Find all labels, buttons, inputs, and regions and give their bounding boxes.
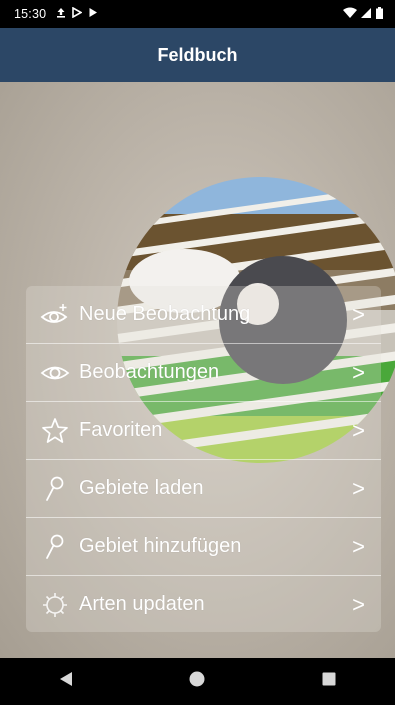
pin-icon [40, 474, 70, 504]
page-title: Feldbuch [157, 44, 238, 65]
system-nav-bar [0, 658, 395, 705]
eye-plus-icon [40, 300, 70, 330]
menu-item-label: Favoriten [79, 419, 163, 441]
star-icon [40, 416, 70, 446]
menu-item-favoriten[interactable]: Favoriten > [26, 402, 381, 459]
menu-item-label: Beobachtungen [79, 361, 220, 383]
main-menu: Neue Beobachtung > Beobachtungen > Favor… [26, 286, 381, 632]
play-icon [88, 7, 98, 21]
recents-icon [322, 672, 336, 691]
back-button[interactable] [46, 662, 86, 702]
chevron-right-icon: > [352, 591, 365, 617]
eye-icon [40, 358, 70, 388]
chevron-right-icon: > [352, 301, 365, 327]
home-button[interactable] [177, 662, 217, 702]
wifi-icon [343, 7, 357, 22]
system-icons [343, 7, 383, 22]
sync-icon [40, 590, 70, 620]
pin-icon [40, 532, 70, 562]
menu-item-gebiete-laden[interactable]: Gebiete laden > [26, 460, 381, 517]
back-icon [59, 671, 73, 692]
status-time: 15:30 [14, 7, 47, 21]
menu-item-label: Gebiete laden [79, 477, 204, 499]
menu-item-arten-updaten[interactable]: Arten updaten > [26, 576, 381, 633]
menu-item-gebiet-hinzufuegen[interactable]: Gebiet hinzufügen > [26, 518, 381, 575]
upload-icon [56, 7, 66, 21]
battery-icon [376, 7, 383, 22]
play-store-icon [72, 6, 83, 21]
app-bar: Feldbuch [0, 28, 395, 82]
signal-icon [361, 7, 372, 22]
chevron-right-icon: > [352, 533, 365, 559]
chevron-right-icon: > [352, 359, 365, 385]
menu-item-neue-beobachtung[interactable]: Neue Beobachtung > [26, 286, 381, 343]
menu-item-label: Arten updaten [79, 593, 205, 615]
screen: 15:30 Feldbuch Neue Beobachtung > Beobac… [0, 0, 395, 705]
chevron-right-icon: > [352, 417, 365, 443]
notification-icons [56, 6, 98, 21]
menu-item-beobachtungen[interactable]: Beobachtungen > [26, 344, 381, 401]
menu-item-label: Neue Beobachtung [79, 303, 251, 325]
recents-button[interactable] [309, 662, 349, 702]
status-bar: 15:30 [0, 0, 395, 28]
chevron-right-icon: > [352, 475, 365, 501]
home-icon [188, 670, 206, 693]
menu-item-label: Gebiet hinzufügen [79, 535, 242, 557]
